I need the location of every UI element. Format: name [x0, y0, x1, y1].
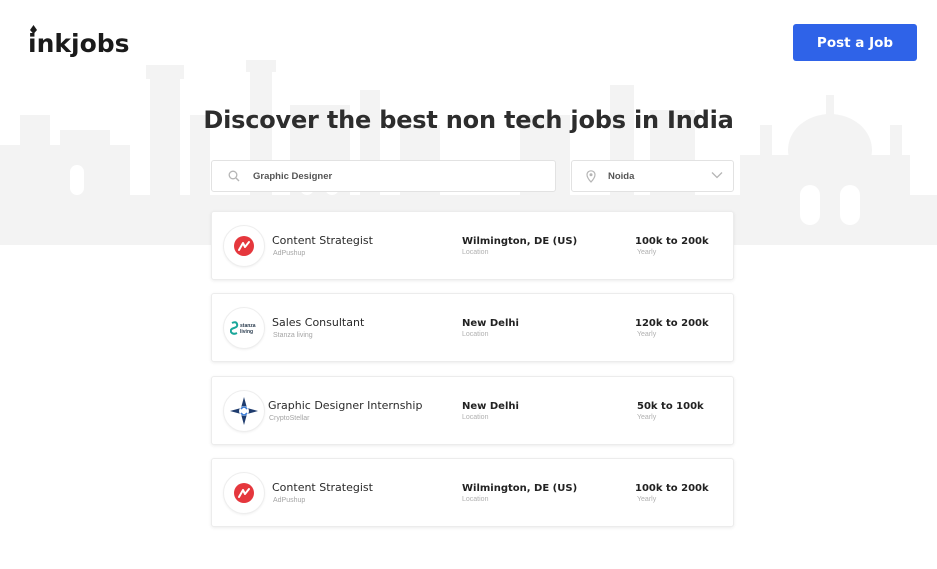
page: inkjobs Post a Job Discover the best non…	[0, 0, 937, 569]
job-search-input[interactable]	[253, 170, 513, 182]
job-location: New Delhi	[462, 318, 519, 329]
job-title[interactable]: Graphic Designer Internship	[268, 399, 422, 412]
page-headline: Discover the best non tech jobs in India	[203, 106, 734, 134]
job-location: Wilmington, DE (US)	[462, 236, 578, 247]
job-salary-label: Yearly	[637, 249, 657, 256]
location-select[interactable]	[571, 160, 734, 192]
job-salary: 100k to 200k	[635, 236, 709, 247]
location-input[interactable]	[608, 170, 698, 182]
adpushup-logo	[223, 472, 265, 514]
brand-name: inkjobs	[28, 29, 130, 58]
job-salary: 100k to 200k	[635, 483, 709, 494]
job-salary: 120k to 200k	[635, 318, 709, 329]
chevron-down-icon[interactable]	[711, 171, 723, 179]
job-location-label: Location	[462, 331, 489, 338]
job-card[interactable]: stanza living Sales Consultant Stanza li…	[211, 293, 734, 362]
pen-nib-icon	[30, 25, 37, 34]
search-icon	[228, 170, 240, 182]
job-salary-label: Yearly	[637, 496, 657, 503]
post-job-button[interactable]: Post a Job	[793, 24, 917, 61]
adpushup-logo	[223, 225, 265, 267]
job-location-label: Location	[462, 414, 489, 421]
job-title[interactable]: Content Strategist	[272, 481, 373, 494]
job-title[interactable]: Sales Consultant	[272, 316, 364, 329]
job-location-label: Location	[462, 249, 489, 256]
job-company: Stanza living	[273, 332, 313, 339]
job-location: New Delhi	[462, 401, 519, 412]
job-company: AdPushup	[273, 497, 306, 504]
job-salary: 50k to 100k	[637, 401, 704, 412]
job-card[interactable]: Content Strategist AdPushup Wilmington, …	[211, 458, 734, 527]
stanza-logo-text-bottom: living	[240, 329, 253, 335]
job-card[interactable]: Content Strategist AdPushup Wilmington, …	[211, 211, 734, 280]
job-title[interactable]: Content Strategist	[272, 234, 373, 247]
map-pin-icon	[586, 169, 596, 183]
job-card[interactable]: Graphic Designer Internship CryptoStella…	[211, 376, 734, 445]
job-search-box[interactable]	[211, 160, 556, 192]
job-salary-label: Yearly	[637, 331, 657, 338]
job-location: Wilmington, DE (US)	[462, 483, 578, 494]
job-salary-label: Yearly	[637, 414, 657, 421]
brand-logo[interactable]: inkjobs	[28, 25, 130, 58]
job-location-label: Location	[462, 496, 489, 503]
job-company: AdPushup	[273, 250, 306, 257]
cryptostellar-logo	[223, 390, 265, 432]
job-company: CryptoStellar	[269, 415, 310, 422]
stanza-living-logo: stanza living	[223, 307, 265, 349]
